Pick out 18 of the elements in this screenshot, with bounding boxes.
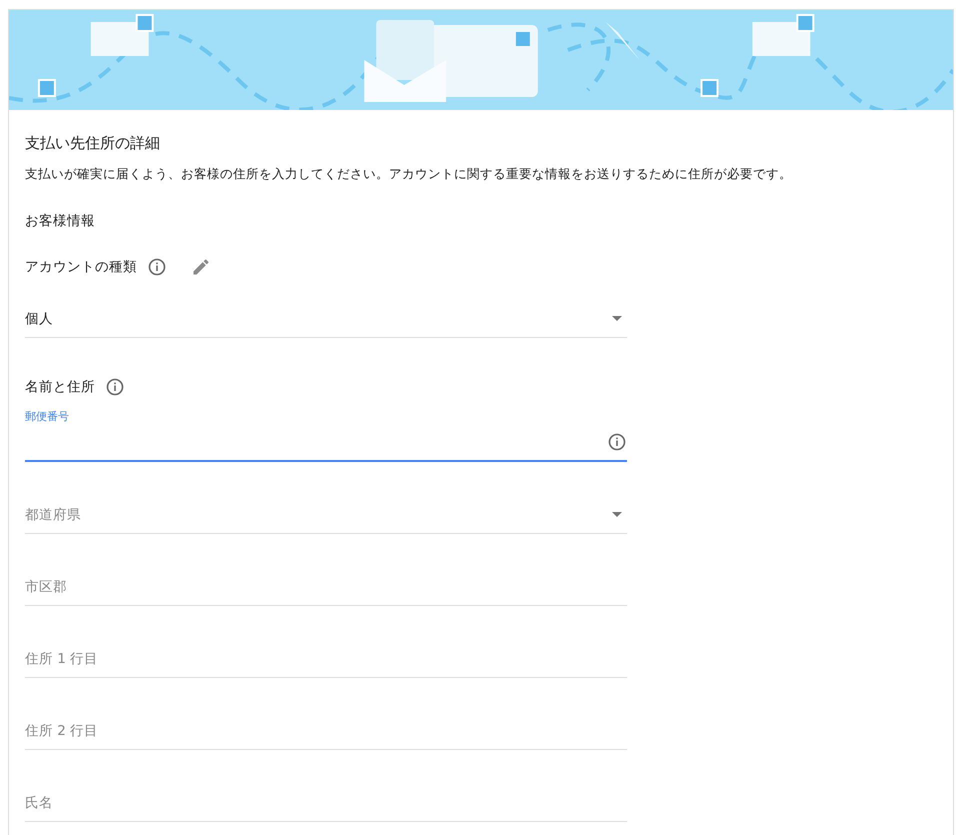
input-field[interactable]: 住所 1 行目 [25,640,627,678]
info-icon[interactable] [607,432,627,452]
dropdown-field[interactable]: 都道府県 [25,496,627,534]
input-field[interactable]: 住所 2 行目 [25,712,627,750]
caret-icon [612,316,622,321]
page-title: 支払い先住所の詳細 [25,133,161,153]
caret-icon [612,512,622,517]
input-field[interactable]: 氏名 [25,784,627,822]
section-heading: お客様情報 [25,212,96,231]
field-group-label: アカウントの種類 [25,258,137,276]
info-icon[interactable] [147,257,167,277]
pencil-icon[interactable] [191,257,211,277]
description-text: 支払いが確実に届くよう、お客様の住所を入力してください。アカウントに関する重要な情報をお送りするために住所が必要です。 [25,165,793,183]
floating-label: 郵便番号 [25,409,69,424]
field-group-label: 名前と住所 [25,378,95,396]
input-field[interactable]: 市区郡 [25,568,627,606]
dropdown-field[interactable]: 個人 [25,300,627,338]
info-icon[interactable] [105,377,125,397]
